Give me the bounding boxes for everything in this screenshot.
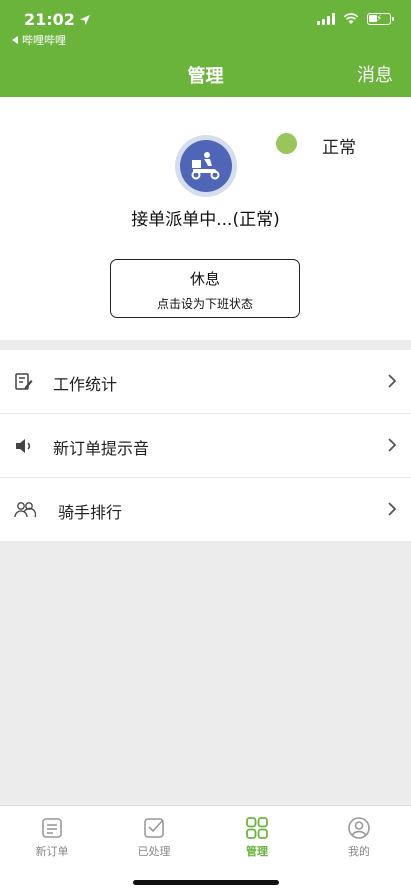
menu-item-label: 骑手排行 (58, 503, 123, 522)
list-icon (42, 818, 62, 838)
rest-button[interactable]: 休息 点击设为下班状态 (110, 259, 300, 318)
tab-label: 我的 (348, 845, 370, 858)
page-title: 管理 (187, 66, 224, 87)
menu-item-work-stats[interactable]: 工作统计 (0, 350, 411, 414)
tab-management[interactable]: 管理 (227, 816, 287, 859)
chevron-right-icon (388, 374, 397, 388)
menu-item-label: 新订单提示音 (53, 439, 150, 458)
back-triangle-icon (12, 36, 18, 44)
tab-label: 新订单 (35, 845, 69, 858)
speaker-icon (16, 439, 31, 453)
tab-label: 已处理 (137, 845, 171, 858)
messages-button[interactable]: 消息 (357, 61, 393, 87)
battery-charging-icon: ⚡ (367, 13, 394, 25)
back-app-label: 哔哩哔哩 (22, 34, 66, 47)
status-time-text: 21:02 (24, 10, 75, 29)
scooter-rider-icon (180, 140, 232, 192)
back-to-app-link[interactable]: 哔哩哔哩 (12, 32, 66, 48)
status-indicators: ⚡ (317, 13, 394, 25)
grid-icon (246, 817, 268, 839)
users-icon (14, 502, 36, 518)
menu-item-label: 工作统计 (53, 375, 118, 394)
cellular-signal-icon (317, 13, 335, 25)
dispatch-status-text: 接单派单中...(正常) (131, 210, 280, 230)
profile-icon (348, 817, 370, 839)
location-arrow-icon (79, 14, 90, 25)
chevron-right-icon (388, 502, 397, 516)
avatar (175, 135, 237, 197)
app-header: 21:02 哔哩哔哩 ⚡ 管理 消息 (0, 0, 411, 97)
home-indicator (133, 880, 279, 885)
check-box-icon (144, 818, 164, 838)
tab-profile[interactable]: 我的 (329, 816, 389, 859)
management-menu: 工作统计 新订单提示音 骑手排行 (0, 350, 411, 541)
status-label: 正常 (322, 138, 356, 158)
rest-button-subtitle: 点击设为下班状态 (156, 297, 253, 311)
menu-item-order-sound[interactable]: 新订单提示音 (0, 414, 411, 478)
wifi-icon (343, 13, 359, 24)
tab-label: 管理 (246, 845, 268, 858)
rider-status-panel: 正常 接单派单中...(正常) 休息 点击设为下班状态 (0, 97, 411, 340)
status-indicator-dot (276, 133, 297, 154)
status-time: 21:02 (24, 10, 91, 29)
tab-new-orders[interactable]: 新订单 (22, 816, 82, 859)
edit-note-icon (15, 373, 33, 390)
menu-item-rider-ranking[interactable]: 骑手排行 (0, 478, 411, 541)
chevron-right-icon (388, 438, 397, 452)
rest-button-title: 休息 (189, 270, 220, 288)
tab-processed[interactable]: 已处理 (124, 816, 184, 859)
